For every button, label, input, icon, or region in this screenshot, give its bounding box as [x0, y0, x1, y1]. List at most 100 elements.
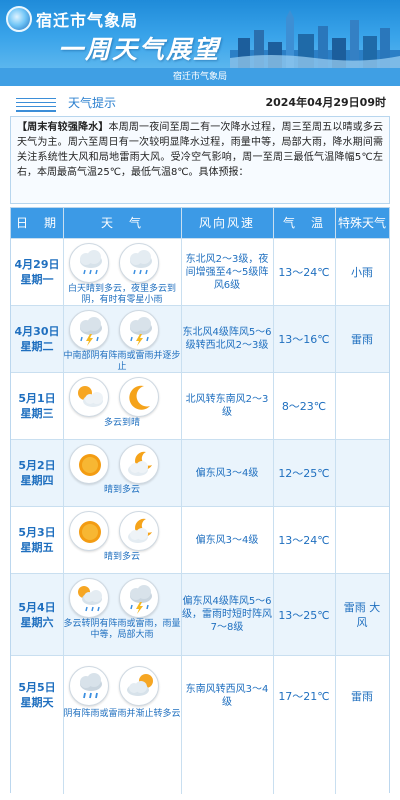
date: 4月30日: [14, 325, 60, 338]
wind-cell: 偏东风3～4级: [195, 467, 259, 479]
header-weather: 天 气: [100, 216, 143, 230]
header-wind: 风向风速: [198, 216, 255, 230]
date: 5月3日: [18, 526, 56, 539]
page-title: 一周天气展望: [58, 35, 221, 64]
date-cell: 4月29日 星期一: [11, 239, 63, 305]
special-cell: [335, 373, 389, 439]
table-row: 5月1日 星期三 多云到晴 北风转东南风2～3级 8～23℃: [11, 372, 389, 439]
temp-cell: 13～24℃: [278, 266, 330, 279]
forecast-table: 日 期 天 气 风向风速 气 温 特殊天气 4月29日 星期一 白天晴到多云，夜…: [10, 207, 390, 794]
sub-banner-text: 宿迁市气象局: [172, 72, 227, 82]
date-cell: 5月5日 星期天: [11, 660, 63, 730]
cloud-sun-rain-icon: [69, 578, 109, 618]
header-date: 日 期: [15, 216, 58, 230]
weather-desc: 阴有阵雨或雷雨并渐止转多云: [63, 709, 181, 719]
temp-cell: 17～21℃: [278, 690, 330, 703]
weather-cell: 白天晴到多云，夜里多云到阴，有时有零星小雨: [63, 239, 181, 305]
weekday: 星期三: [20, 407, 54, 420]
header-banner: 宿迁市气象局 一周天气展望: [0, 0, 400, 68]
header-special: 特殊天气: [337, 216, 386, 230]
bureau-name: 宿迁市气象局: [36, 11, 139, 30]
date: 5月2日: [18, 459, 56, 472]
temp-cell: 13～25℃: [278, 608, 330, 622]
date-cell: 4月30日 星期二: [11, 306, 63, 372]
city-skyline-icon: [230, 10, 400, 68]
sub-banner: 宿迁市气象局: [0, 68, 400, 86]
tip-header: 天气提示 2024年04月29日09时: [10, 92, 390, 114]
weather-desc: 多云转阴有阵雨或雷雨，雨量中等，局部大雨: [63, 619, 181, 640]
temp-cell: 13～24℃: [278, 534, 330, 547]
cloud-moon-icon: [119, 444, 159, 484]
date-cell: 5月2日 星期四: [11, 440, 63, 506]
weekday: 星期天: [20, 696, 54, 709]
wind-cell: 东南风转西风3～4级: [185, 684, 269, 708]
column-divider: [273, 208, 274, 794]
weather-desc: 白天晴到多云，夜里多云到阴，有时有零星小雨: [67, 284, 176, 305]
column-divider: [335, 208, 336, 794]
cloud-moon-icon: [119, 511, 159, 551]
issue-date: 2024年04月29日09时: [265, 96, 386, 109]
date-cell: 5月4日 星期六: [11, 574, 63, 655]
weekday: 星期六: [20, 615, 54, 629]
date: 5月1日: [18, 392, 56, 405]
tip-label: 天气提示: [68, 96, 117, 110]
wind-cell: 偏东风4级阵风5～6级，雷雨时短时阵风7～8级: [182, 596, 272, 633]
column-divider: [63, 208, 64, 794]
meteorology-logo-icon: [6, 6, 32, 32]
weather-desc: 晴到多云: [103, 552, 140, 562]
weather-desc: 中南部阴有阵雨或雷雨并逐步止: [63, 351, 181, 372]
weekday: 星期一: [20, 273, 54, 286]
weather-cell: 晴到多云: [63, 440, 181, 506]
weather-cell: 多云转阴有阵雨或雷雨，雨量中等，局部大雨: [63, 574, 181, 655]
temp-cell: 8～23℃: [281, 400, 327, 413]
thunder-rain-icon: [119, 310, 159, 350]
thunder-rain-icon: [69, 310, 109, 350]
decor-lines-icon: [16, 94, 56, 112]
table-row: 5月5日 星期天 阴有阵雨或雷雨并渐止转多云 东南风转西风3～4级 17～21℃…: [11, 655, 389, 793]
thunder-rain-icon: [119, 578, 159, 618]
table-header: 日 期 天 气 风向风速 气 温 特殊天气: [11, 208, 389, 238]
special-cell: [335, 507, 389, 573]
date-cell: 5月1日 星期三: [11, 373, 63, 439]
weather-cell: 晴到多云: [63, 507, 181, 573]
table-row: 5月3日 星期五 晴到多云 偏东风3～4级 13～24℃: [11, 506, 389, 573]
partly-cloudy-icon: [69, 377, 109, 417]
temp-cell: 12～25℃: [278, 467, 330, 480]
date: 5月5日: [18, 681, 56, 694]
sun-icon: [69, 444, 109, 484]
tip-body: 【周末有较强降水】本周周一夜间至周二有一次降水过程，周三至周五以晴或多云天气为主…: [10, 116, 390, 204]
weather-cell: 多云到晴: [63, 373, 181, 439]
wind-cell: 东北风2～3级，夜间增强至4～5级阵风6级: [185, 253, 269, 291]
moon-icon: [119, 377, 159, 417]
special-cell: [335, 440, 389, 506]
date: 5月4日: [18, 600, 56, 614]
weekday: 星期五: [20, 541, 54, 554]
special-cell: 小雨: [351, 265, 373, 279]
date: 4月29日: [14, 258, 60, 271]
header-temp: 气 温: [282, 216, 325, 230]
wind-cell: 东北风4级阵风5～6级转西北风2～3级: [182, 327, 272, 351]
cloud-sun-icon: [119, 666, 159, 706]
table-row: 5月4日 星期六 多云转阴有阵雨或雷雨，雨量中等，局部大雨 偏东风4级阵风5～6…: [11, 573, 389, 655]
special-cell: 雷雨: [351, 332, 373, 346]
wind-cell: 偏东风3～4级: [195, 534, 259, 546]
date-cell: 5月3日 星期五: [11, 507, 63, 573]
light-rain-cloud-icon: [69, 243, 109, 283]
table-row: 4月29日 星期一 白天晴到多云，夜里多云到阴，有时有零星小雨 东北风2～3级，…: [11, 238, 389, 305]
column-divider: [181, 208, 182, 794]
wind-cell: 北风转东南风2～3级: [185, 394, 269, 418]
weather-cell: 中南部阴有阵雨或雷雨并逐步止: [63, 306, 181, 372]
rain-cloud-icon: [69, 666, 109, 706]
table-row: 4月30日 星期二 中南部阴有阵雨或雷雨并逐步止 东北风4级阵风5～6级转西北风…: [11, 305, 389, 372]
tip-highlight: 【周末有较强降水】: [17, 122, 109, 133]
special-cell: 雷雨: [351, 689, 373, 703]
weekday: 星期二: [20, 340, 54, 353]
weather-cell: 阴有阵雨或雷雨并渐止转多云: [63, 656, 181, 793]
weekday: 星期四: [20, 474, 54, 487]
temp-cell: 13～16℃: [278, 333, 330, 346]
weather-desc: 晴到多云: [103, 485, 140, 495]
table-row: 5月2日 星期四 晴到多云 偏东风3～4级 12～25℃: [11, 439, 389, 506]
special-cell: 雷雨 大风: [343, 600, 381, 629]
sun-icon: [69, 511, 109, 551]
weather-desc: 多云到晴: [103, 418, 140, 428]
